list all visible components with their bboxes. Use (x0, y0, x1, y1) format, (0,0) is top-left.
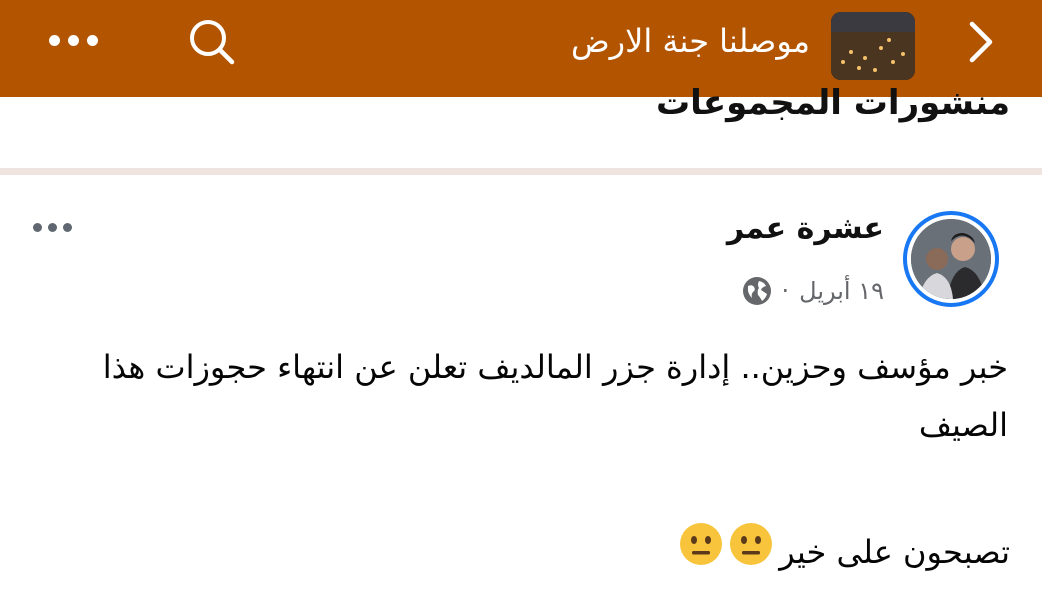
more-dots-icon (67, 34, 79, 46)
post-date[interactable]: ١٩ أبريل (799, 277, 884, 305)
more-options-button[interactable] (38, 20, 108, 60)
author-name[interactable]: عشرة عمر (727, 207, 884, 251)
neutral-face-emoji (729, 522, 773, 582)
post-closing-text: تصبحون على خير (779, 533, 1010, 571)
group-cover-thumbnail[interactable] (831, 12, 915, 80)
post-more-button[interactable] (22, 210, 82, 244)
meta-separator: · (781, 277, 790, 305)
globe-icon[interactable] (742, 276, 772, 306)
more-dots-icon (32, 222, 42, 232)
chevron-right-icon (969, 21, 993, 63)
city-night-image (831, 12, 915, 80)
more-dots-icon (62, 222, 72, 232)
more-dots-icon (48, 34, 60, 46)
more-dots-icon (47, 222, 57, 232)
post-body-text: خبر مؤسف وحزين.. إدارة جزر المالديف تعلن… (102, 348, 1008, 444)
avatar-image (911, 219, 991, 299)
section-divider (0, 168, 1042, 175)
forward-button[interactable] (955, 14, 1005, 70)
section-title: منشورات المجموعات (655, 83, 1010, 123)
post-closing-line: تصبحون على خير (679, 522, 1010, 582)
neutral-face-emoji (679, 522, 723, 582)
search-icon (190, 20, 235, 65)
author-avatar[interactable] (903, 211, 999, 307)
more-dots-icon (86, 34, 98, 46)
group-name[interactable]: موصلنا جنة الارض (571, 16, 810, 66)
post-meta: ١٩ أبريل · (742, 271, 884, 311)
search-button[interactable] (182, 14, 242, 70)
